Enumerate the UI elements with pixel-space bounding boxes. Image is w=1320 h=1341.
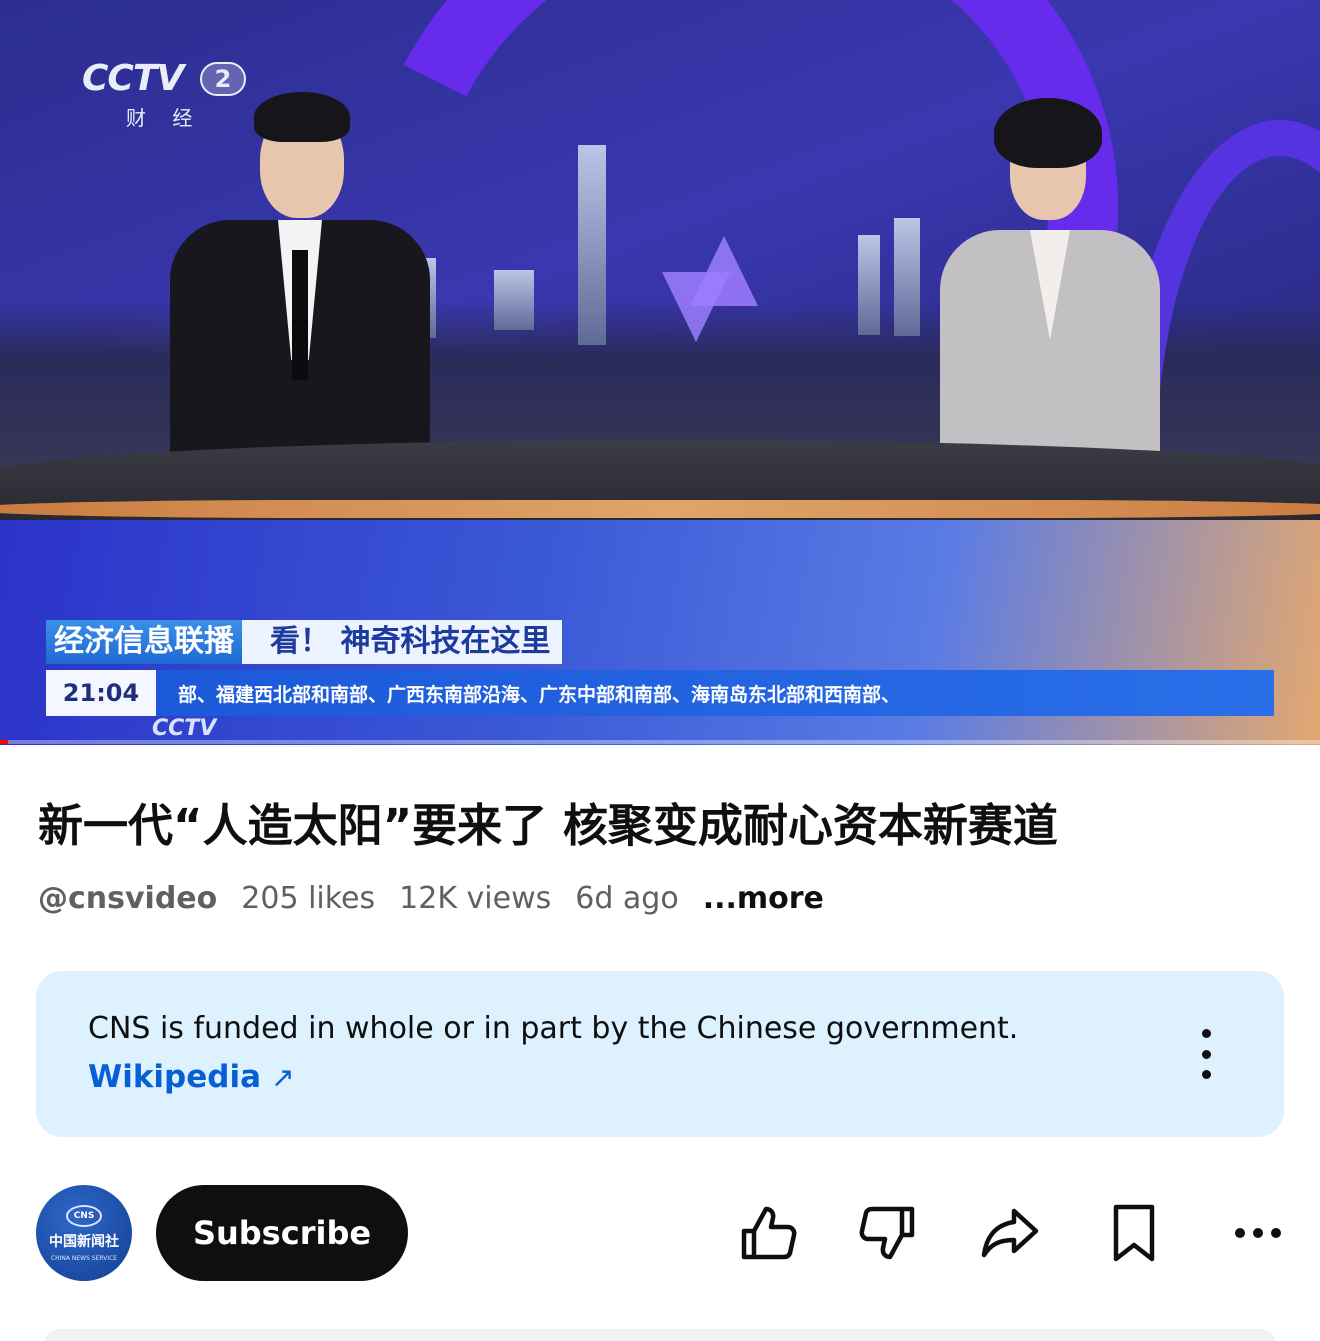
dislike-button[interactable] [852, 1197, 924, 1269]
save-icon [1113, 1204, 1155, 1262]
program-banner: 经济信息联播 看！ 神奇科技在这里 [46, 620, 563, 664]
dislike-icon [859, 1206, 915, 1260]
ticker-clock: 21:04 [46, 670, 156, 716]
skyscraper [858, 235, 880, 335]
more-button[interactable]: ...more [703, 881, 824, 916]
video-details-sheet: 新一代“人造太阳”要来了 核聚变成耐心资本新赛道 @cnsvideo 205 l… [0, 745, 1320, 1341]
funding-info-panel: CNS is funded in whole or in part by the… [36, 971, 1284, 1137]
wikipedia-link-label[interactable]: Wikipedia [88, 1059, 261, 1095]
ticker-text: 部、福建西北部和南部、广西东南部沿海、广东中部和南部、海南岛东北部和西南部、 [178, 683, 901, 706]
male-anchor [150, 90, 450, 490]
share-icon [981, 1208, 1039, 1258]
video-progress-bar[interactable] [0, 740, 1320, 744]
channel-subtitle: 财 经 [126, 106, 203, 130]
funding-notice-text: CNS is funded in whole or in part by the… [88, 1011, 1019, 1046]
share-button[interactable] [974, 1197, 1046, 1269]
skyscraper [894, 218, 920, 336]
external-link-icon: ↗ [271, 1060, 295, 1094]
upload-age: 6d ago [575, 881, 679, 916]
studio-triangle [662, 272, 730, 342]
like-count: 205 likes [241, 881, 376, 916]
like-icon [741, 1206, 797, 1260]
view-count: 12K views [399, 881, 552, 916]
avatar-name: 中国新闻社 [49, 1234, 119, 1250]
cctv-bug-logo: CCTV [152, 716, 217, 741]
save-button[interactable] [1098, 1197, 1170, 1269]
news-headline: 看！ 神奇科技在这里 [242, 620, 563, 664]
more-icon [1235, 1228, 1281, 1238]
wikipedia-link[interactable]: Wikipedia ↗ [88, 1059, 294, 1095]
video-player[interactable]: CCTV 2 财 经 经济信息联播 看！ 神奇科技在这里 21:04 部、福建西… [0, 0, 1320, 745]
video-progress-fill [0, 740, 8, 744]
video-title[interactable]: 新一代“人造太阳”要来了 核聚变成耐心资本新赛道 [38, 797, 1288, 855]
news-ticker: 21:04 部、福建西北部和南部、广西东南部沿海、广东中部和南部、海南岛东北部和… [46, 670, 1274, 716]
skyscraper [578, 145, 606, 345]
avatar-badge: CNS [66, 1205, 102, 1227]
channel-handle[interactable]: @cnsvideo [38, 881, 217, 916]
like-button[interactable] [732, 1197, 804, 1269]
avatar-subtitle: CHINA NEWS SERVICE [50, 1255, 118, 1262]
kebab-menu-icon[interactable] [1192, 1029, 1220, 1079]
female-anchor [930, 90, 1190, 490]
cctv2-logo: CCTV 2 财 经 [82, 58, 252, 138]
program-name: 经济信息联播 [46, 620, 242, 664]
skyscraper [494, 270, 534, 330]
more-actions-button[interactable] [1222, 1197, 1294, 1269]
desk-rim [0, 500, 1320, 518]
subscribe-button[interactable]: Subscribe [156, 1185, 408, 1281]
channel-avatar[interactable]: CNS 中国新闻社 CHINA NEWS SERVICE [36, 1185, 132, 1281]
channel-number: 2 [200, 62, 246, 96]
next-section-peek [44, 1329, 1276, 1341]
video-metadata[interactable]: @cnsvideo 205 likes 12K views 6d ago ...… [38, 881, 824, 916]
